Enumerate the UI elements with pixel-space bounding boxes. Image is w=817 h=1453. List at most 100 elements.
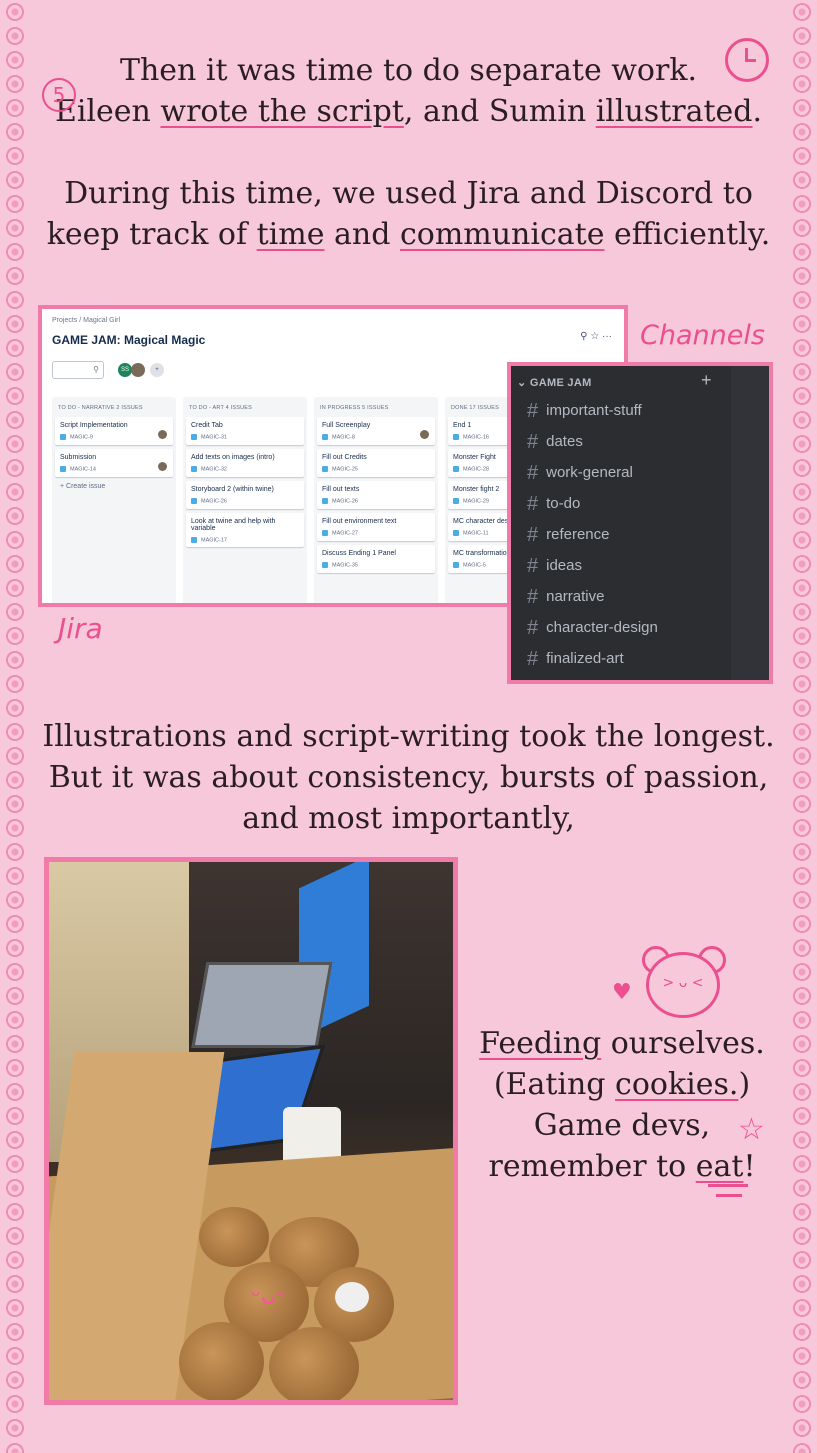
underline-doodle xyxy=(708,1184,748,1187)
cookie xyxy=(269,1327,359,1400)
middle-line-1: Illustrations and script-writing took th… xyxy=(42,719,775,754)
feed-underlined-cookies: cookies. xyxy=(615,1067,739,1102)
jira-issue-title: Discuss Ending 1 Panel xyxy=(322,550,396,557)
hash-icon: # xyxy=(527,524,539,546)
intro-line-1: Then it was time to do separate work. xyxy=(119,53,698,88)
jira-issue-card: Fill out Credits MAGIC-25 xyxy=(317,449,435,477)
jira-issue-key: MAGIC-31 xyxy=(191,434,299,440)
discord-channel-name: work-general xyxy=(546,464,633,481)
cookies-desk-photo: ᵕᴗᵕ xyxy=(44,857,458,1405)
jira-issue-key: MAGIC-27 xyxy=(322,530,430,536)
intro-paragraph: Then it was time to do separate work. Ei… xyxy=(40,50,777,132)
jira-issue-title: Credit Tab xyxy=(191,422,223,429)
tools-paragraph: During this time, we used Jira and Disco… xyxy=(40,173,777,255)
jira-add-people-icon: + xyxy=(150,363,164,377)
jira-issue-key: MAGIC-26 xyxy=(322,498,430,504)
lace-border-right xyxy=(787,0,817,1453)
jira-issue-key: MAGIC-25 xyxy=(322,466,430,472)
jira-column-header: TO DO - ART 4 ISSUES xyxy=(189,405,252,411)
underline-doodle xyxy=(716,1194,742,1197)
jira-issue-title: Add texts on images (intro) xyxy=(191,454,275,461)
step-number-badge: 5 xyxy=(42,78,76,112)
feed-text: ourselves. xyxy=(601,1026,765,1061)
bear-doodle-icon: ♥ > ᴗ < xyxy=(612,940,742,1020)
discord-channel-name: narrative xyxy=(546,588,605,605)
jira-issue-title: Fill out texts xyxy=(322,486,360,493)
hash-icon: # xyxy=(527,555,539,577)
hash-icon: # xyxy=(527,431,539,453)
jira-board-title: GAME JAM: Magical Magic xyxy=(52,333,206,347)
discord-channel: # reference xyxy=(527,524,610,547)
lace-border-left xyxy=(0,0,30,1453)
discord-channel: # finalized-art xyxy=(527,648,624,671)
jira-issue-title: Look at twine and help with variable xyxy=(191,518,276,532)
hash-icon: # xyxy=(527,400,539,422)
intro-text: , and Sumin xyxy=(403,94,596,129)
jira-toolbar-icons: ⚲ ☆ ··· xyxy=(580,331,612,342)
discord-category-name: GAME JAM xyxy=(529,377,592,389)
middle-line-3: and most importantly, xyxy=(242,801,575,836)
feed-underlined-feeding: Feeding xyxy=(479,1026,602,1061)
star-doodle-icon: ☆ xyxy=(738,1112,765,1147)
channels-label: Channels xyxy=(640,320,765,351)
feeding-paragraph: Feeding ourselves. (Eating cookies.) Gam… xyxy=(468,1023,776,1187)
jira-issue-title: Script Implementation xyxy=(60,422,128,429)
discord-channel: # important-stuff xyxy=(527,400,642,423)
discord-channel-name: dates xyxy=(546,433,583,450)
cookie xyxy=(199,1207,269,1267)
jira-search-icon: ⚲ xyxy=(52,361,104,379)
middle-paragraph: Illustrations and script-writing took th… xyxy=(40,716,777,839)
jira-issue-key: MAGIC-17 xyxy=(191,537,299,543)
discord-channel: # work-general xyxy=(527,462,633,485)
tools-text: and xyxy=(324,217,400,252)
jira-issue-title: End 1 xyxy=(453,422,472,429)
discord-channels-screenshot: ⌄ GAME JAM + # important-stuff # dates # work… xyxy=(507,362,773,684)
middle-line-2: But it was about consistency, bursts of … xyxy=(48,760,769,795)
intro-line-2: Eileen wrote the script, and Sumin illus… xyxy=(40,91,777,132)
feed-text: remember to xyxy=(488,1149,696,1184)
cookie xyxy=(179,1322,264,1400)
hash-icon: # xyxy=(527,586,539,608)
tools-underlined-communicate: communicate xyxy=(399,217,605,252)
jira-issue-key: MAGIC-26 xyxy=(191,498,299,504)
jira-issue-card: Credit Tab MAGIC-31 xyxy=(186,417,304,445)
discord-channel: # narrative xyxy=(527,586,604,609)
feed-text: ) xyxy=(738,1067,751,1102)
feed-text: (Eating xyxy=(493,1067,616,1102)
jira-create-issue: + Create issue xyxy=(60,483,106,490)
feed-line-3: Game devs, xyxy=(533,1108,711,1143)
jira-issue-key: MAGIC-8 xyxy=(322,434,430,440)
jira-issue-key: MAGIC-35 xyxy=(322,562,430,568)
jira-issue-title: Monster Fight xyxy=(453,454,496,461)
jira-issue-card: Full Screenplay MAGIC-8 xyxy=(317,417,435,445)
discord-channel-name: finalized-art xyxy=(546,650,624,667)
discord-channel-name: ideas xyxy=(546,557,582,574)
clock-icon xyxy=(725,38,769,82)
jira-avatar xyxy=(131,363,145,377)
feed-line-1: Feeding ourselves. xyxy=(468,1023,776,1064)
jira-issue-card: Storyboard 2 (within twine) MAGIC-26 xyxy=(186,481,304,509)
intro-text: . xyxy=(752,94,763,129)
discord-channel: # ideas xyxy=(527,555,582,578)
jira-issue-key: MAGIC-14 xyxy=(60,466,168,472)
jira-issue-card: Submission MAGIC-14 xyxy=(55,449,173,477)
discord-channel-name: character-design xyxy=(546,619,658,636)
jira-assignee-avatar xyxy=(158,462,167,471)
discord-channel-name: reference xyxy=(546,526,610,543)
jira-issue-title: Fill out Credits xyxy=(322,454,367,461)
jira-issue-card: Look at twine and help with variable MAGI… xyxy=(186,513,304,548)
hash-icon: # xyxy=(527,617,539,639)
smiley-doodle-icon: ᵕᴗᵕ xyxy=(251,1282,286,1310)
discord-channel: # character-design xyxy=(527,617,658,640)
feed-line-2: (Eating cookies.) xyxy=(468,1064,776,1105)
jira-column: TO DO - NARRATIVE 2 ISSUES Script Impleme… xyxy=(52,397,176,603)
jira-issue-key: MAGIC-32 xyxy=(191,466,299,472)
jira-issue-title: MC transformation xyxy=(453,550,511,557)
jira-assignee-avatar xyxy=(158,430,167,439)
jira-issue-card: Script Implementation MAGIC-9 xyxy=(55,417,173,445)
jira-issue-card: Fill out texts MAGIC-26 xyxy=(317,481,435,509)
jira-column-header: TO DO - NARRATIVE 2 ISSUES xyxy=(58,405,143,411)
jira-issue-card: Discuss Ending 1 Panel MAGIC-35 xyxy=(317,545,435,573)
discord-category: ⌄ GAME JAM xyxy=(517,377,592,389)
photo-laptop xyxy=(191,962,333,1048)
